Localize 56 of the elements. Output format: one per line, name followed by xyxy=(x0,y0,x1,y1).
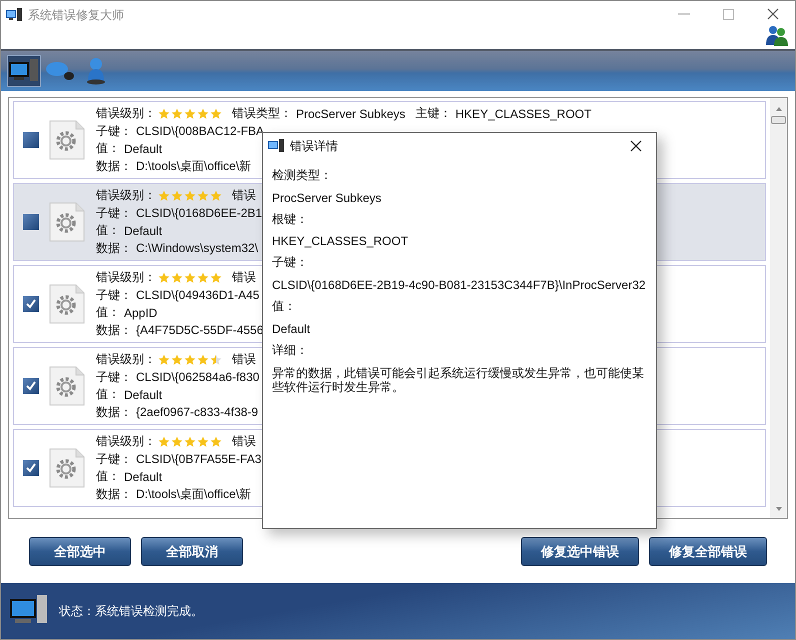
field-value: Default xyxy=(124,388,162,402)
field-label: 错误级别： xyxy=(96,269,156,286)
field-label: 错误类型： xyxy=(232,105,292,122)
field-value: HKEY_CLASSES_ROOT xyxy=(455,106,592,121)
field-value: C:\Windows\system32\ xyxy=(136,241,258,256)
field-label: 子键： xyxy=(96,450,132,468)
detail-label: 详细： xyxy=(272,342,309,359)
field-value: CLSID\{0168D6EE-2B1 xyxy=(136,206,262,220)
detail-label: 子键： xyxy=(272,254,309,272)
field-value: CLSID\{008BAC12-FBA xyxy=(136,124,264,138)
field-value: Default xyxy=(124,470,162,484)
field-label: 数据： xyxy=(96,158,132,175)
detail-value: CLSID\{0168D6EE-2B19-4c90-B081-23153C344F7B}\InProcServer32 xyxy=(272,277,647,294)
field-label: 数据： xyxy=(96,322,132,339)
field-label: 数据： xyxy=(96,240,132,257)
detail-label: 检测类型： xyxy=(272,167,333,184)
field-label: 值： xyxy=(96,386,120,404)
status-text: 状态：系统错误检测完成。 xyxy=(59,602,203,620)
window-title: 系统错误修复大师 xyxy=(28,7,124,23)
field-value: D:\tools\桌面\office\新 xyxy=(136,158,252,175)
field-label: 值： xyxy=(96,222,120,240)
detail-value: 异常的数据，此错误可能会引起系统运行缓慢或发生异常，也可能使某些软件运行时发生异常。 xyxy=(272,364,645,396)
field-label: 值： xyxy=(96,304,120,322)
field-label: 错误 xyxy=(232,187,256,204)
detail-value: ProcServer Subkeys xyxy=(272,190,382,207)
field-label: 错误级别： xyxy=(96,433,156,450)
field-label: 错误级别： xyxy=(96,351,156,368)
field-label: 错误 xyxy=(232,433,256,450)
field-label: 值： xyxy=(96,140,120,158)
detail-label: 根键： xyxy=(272,210,309,228)
field-value: Default xyxy=(124,142,162,156)
detail-value: HKEY_CLASSES_ROOT xyxy=(272,233,410,250)
field-label: 数据： xyxy=(96,486,132,503)
field-value: Default xyxy=(124,224,162,238)
field-value: {A4F75D5C-55DF-4556 xyxy=(136,323,264,338)
detail-label: 值： xyxy=(272,298,297,316)
field-label: 错误级别： xyxy=(96,105,156,122)
detail-value: Default xyxy=(272,320,312,338)
field-value: CLSID\{062584a6-f830 xyxy=(136,370,260,384)
field-label: 错误级别： xyxy=(96,187,156,204)
field-value: CLSID\{0B7FA55E-FA3 xyxy=(136,452,262,466)
field-label: 错误 xyxy=(232,269,256,286)
field-label: 子键： xyxy=(96,286,132,304)
field-value: D:\tools\桌面\office\新 xyxy=(136,486,252,503)
field-label: 错误 xyxy=(232,351,256,368)
field-value: AppID xyxy=(124,306,158,320)
field-value: CLSID\{049436D1-A45 xyxy=(136,288,260,302)
field-label: 子键： xyxy=(96,368,132,386)
field-label: 值： xyxy=(96,468,120,486)
dialog-title: 错误详情 xyxy=(290,138,338,154)
field-value: ProcServer Subkeys xyxy=(296,106,406,121)
field-label: 子键： xyxy=(96,204,132,222)
field-label: 主键： xyxy=(415,105,452,122)
field-label: 子键： xyxy=(96,122,132,140)
field-value: {2aef0967-c833-4f38-9 xyxy=(136,405,258,420)
field-label: 数据： xyxy=(96,404,132,421)
